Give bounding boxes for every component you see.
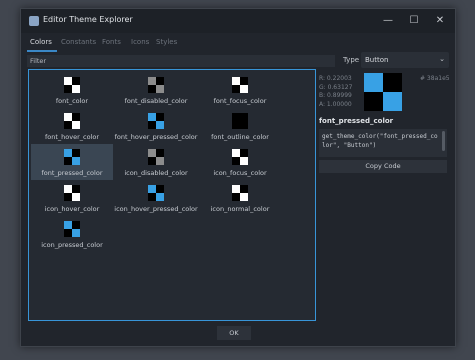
- color-grid: font_color font_disabled_color font_focus_…: [28, 69, 316, 321]
- color-item[interactable]: font_disabled_color: [115, 72, 197, 108]
- tab-fonts[interactable]: Fonts: [102, 38, 121, 46]
- red-value: R: 0.22003: [319, 75, 352, 82]
- color-swatch: [232, 185, 248, 201]
- color-item-label: font_disabled_color: [124, 97, 188, 105]
- color-swatch: [64, 185, 80, 201]
- color-swatch: [148, 149, 164, 165]
- color-item-label: icon_pressed_color: [41, 241, 103, 249]
- color-item[interactable]: font_color: [31, 72, 113, 108]
- alpha-value: A: 1.00000: [319, 100, 352, 108]
- color-item-label: font_pressed_color: [41, 169, 103, 177]
- color-item-label: icon_hover_pressed_color: [114, 205, 198, 213]
- color-item-label: icon_focus_color: [213, 169, 267, 177]
- hex-value: # 38a1e5: [420, 75, 450, 82]
- color-swatch: [148, 185, 164, 201]
- type-dropdown[interactable]: Button ⌄: [361, 52, 449, 68]
- color-item[interactable]: font_pressed_color: [31, 144, 113, 180]
- code-scrollbar[interactable]: [442, 131, 445, 151]
- color-swatch: [232, 149, 248, 165]
- color-item[interactable]: font_outline_color: [199, 108, 281, 144]
- tab-bar: Colors Constants Fonts Icons Styles: [21, 35, 455, 53]
- filter-input[interactable]: Filter: [27, 55, 335, 67]
- color-item[interactable]: icon_hover_pressed_color: [114, 180, 198, 216]
- color-item[interactable]: icon_disabled_color: [115, 144, 197, 180]
- color-item-label: icon_normal_color: [210, 205, 270, 213]
- blue-value: B: 0.89999: [319, 92, 352, 99]
- ok-button[interactable]: OK: [217, 326, 251, 340]
- green-value: G: 0.63127: [319, 83, 353, 91]
- app-icon: [29, 16, 39, 26]
- chevron-down-icon: ⌄: [439, 55, 445, 63]
- color-item-label: font_outline_color: [211, 133, 269, 141]
- color-item-label: font_hover_pressed_color: [114, 133, 198, 141]
- color-preview: [364, 73, 402, 111]
- title-bar: Editor Theme Explorer — ☐ ✕: [21, 9, 455, 33]
- color-swatch: [64, 149, 80, 165]
- maximize-button[interactable]: ☐: [403, 13, 425, 29]
- color-swatch: [64, 221, 80, 237]
- tab-styles[interactable]: Styles: [156, 38, 177, 46]
- color-swatch: [232, 113, 248, 129]
- color-item-label: font_focus_color: [213, 97, 267, 105]
- color-item[interactable]: font_focus_color: [199, 72, 281, 108]
- tab-constants[interactable]: Constants: [61, 38, 96, 46]
- theme-explorer-window: Editor Theme Explorer — ☐ ✕ Colors Const…: [20, 8, 456, 347]
- color-item[interactable]: font_hover_pressed_color: [115, 108, 197, 144]
- color-swatch: [148, 113, 164, 129]
- active-tab-indicator: [27, 50, 57, 52]
- close-button[interactable]: ✕: [429, 13, 451, 29]
- copy-code-button[interactable]: Copy Code: [319, 160, 447, 173]
- color-item-label: icon_disabled_color: [124, 169, 188, 177]
- filter-placeholder: Filter: [30, 57, 47, 65]
- tab-colors[interactable]: Colors: [30, 38, 52, 46]
- color-item[interactable]: icon_pressed_color: [31, 216, 113, 252]
- code-snippet[interactable]: get_theme_color("font_pressed_color", "B…: [319, 129, 447, 157]
- color-item[interactable]: icon_focus_color: [199, 144, 281, 180]
- tab-icons[interactable]: Icons: [131, 38, 149, 46]
- window-title: Editor Theme Explorer: [43, 15, 133, 24]
- color-values: R: 0.22003 G: 0.63127 B: 0.89999 A: 1.00…: [319, 75, 352, 109]
- code-text: get_theme_color("font_pressed_color", "B…: [322, 133, 438, 149]
- color-item[interactable]: icon_normal_color: [199, 180, 281, 216]
- color-swatch: [64, 113, 80, 129]
- color-swatch: [148, 77, 164, 93]
- type-label: Type: [343, 56, 360, 64]
- color-item-label: font_color: [55, 97, 89, 105]
- color-swatch: [64, 77, 80, 93]
- minimize-button[interactable]: —: [377, 13, 399, 29]
- selected-item-name: font_pressed_color: [319, 117, 394, 125]
- color-swatch: [232, 77, 248, 93]
- type-value: Button: [365, 56, 389, 64]
